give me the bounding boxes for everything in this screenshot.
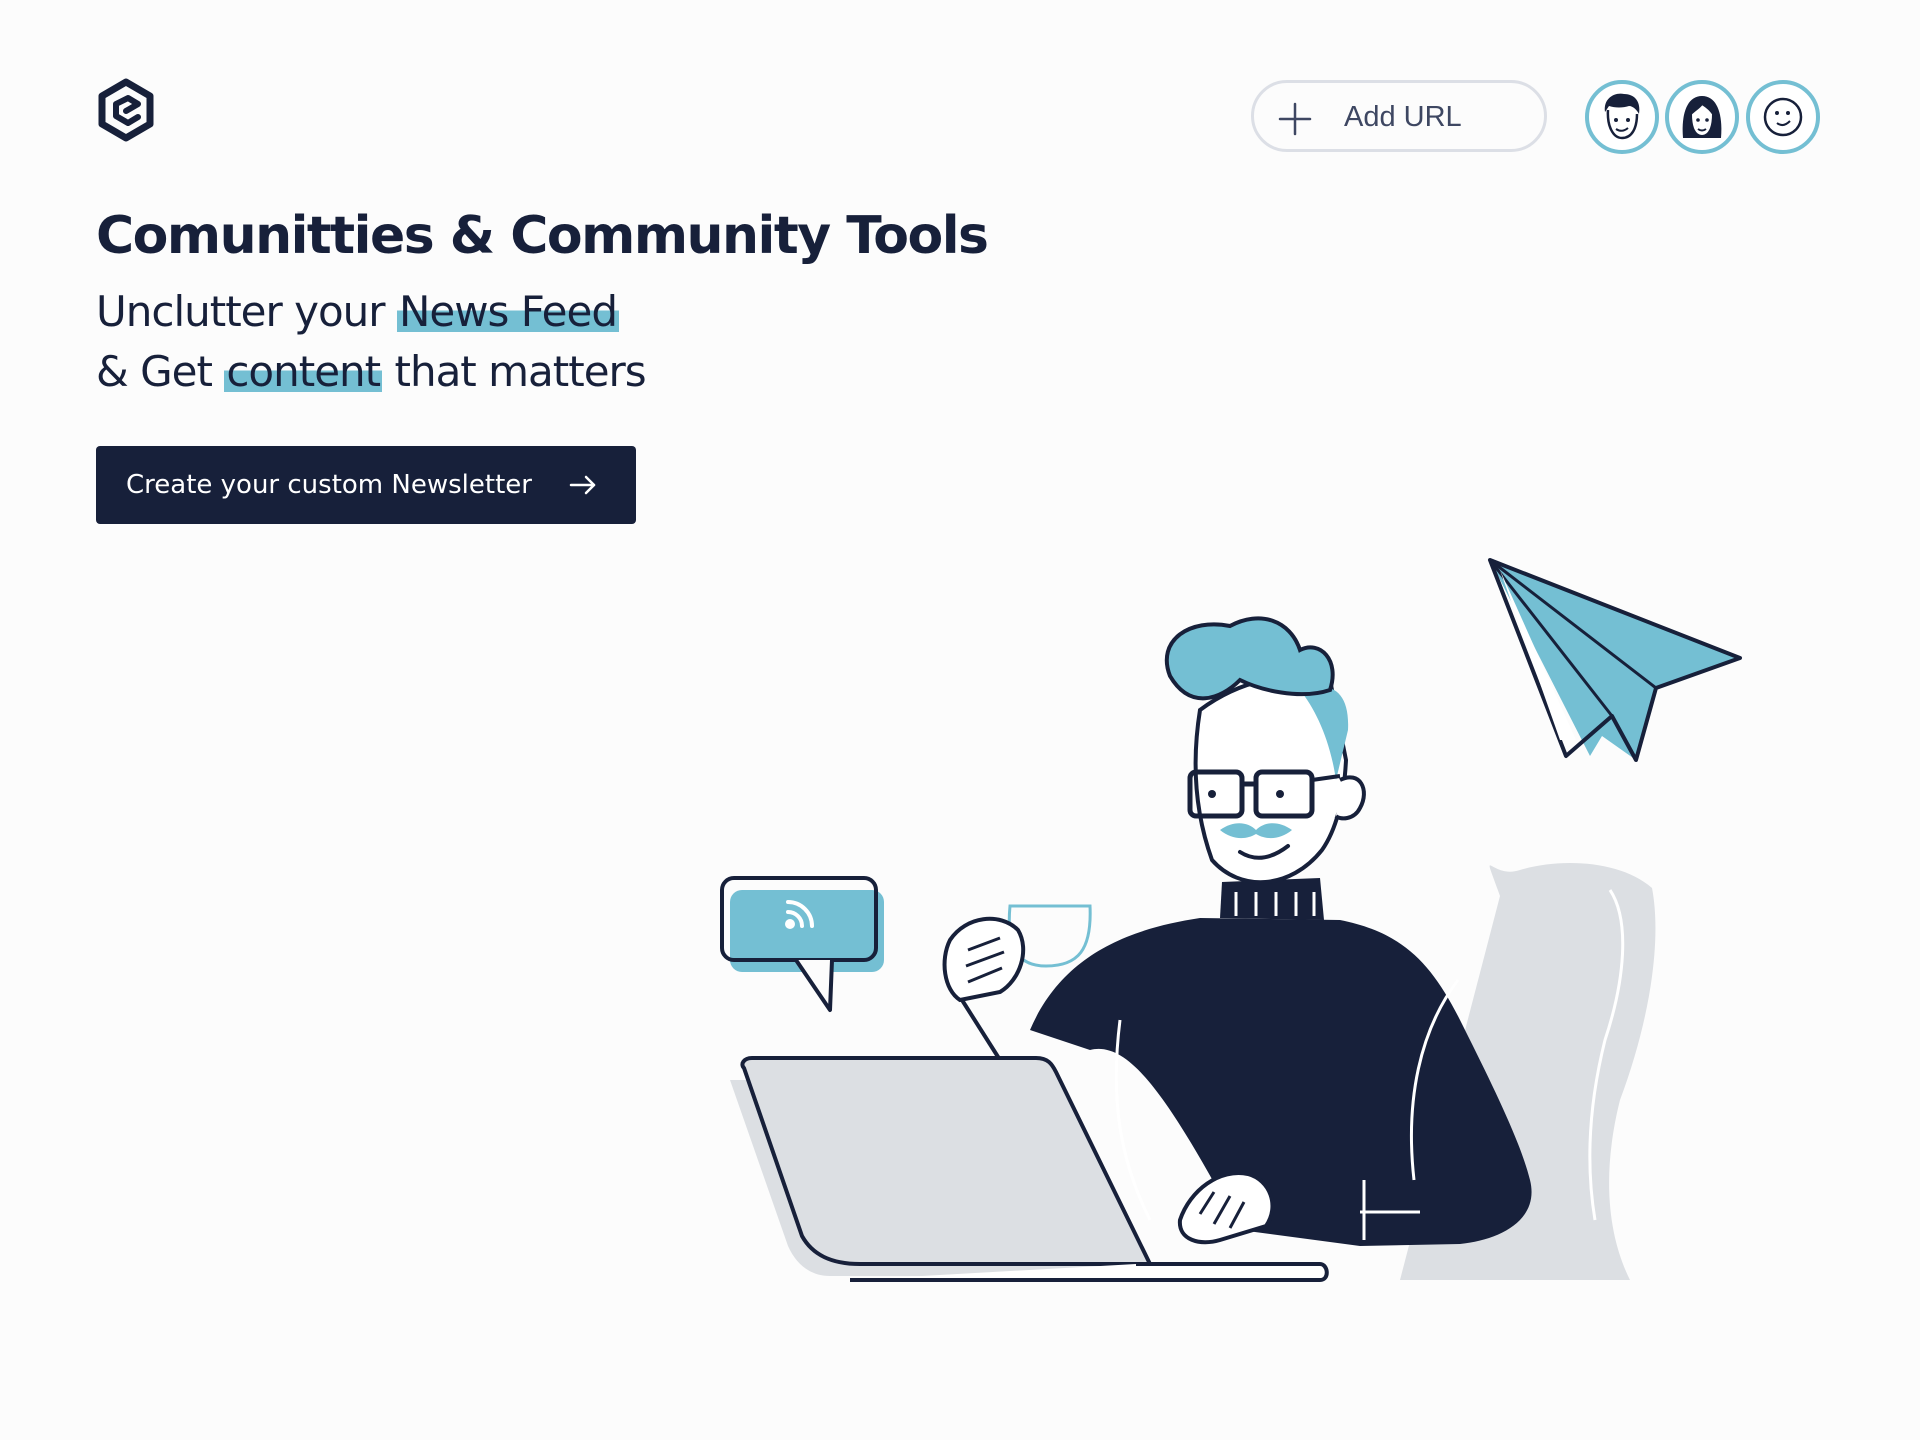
subtitle-text: & Get [96,347,225,396]
plus-icon [1278,102,1312,136]
man-face-icon [1604,93,1640,140]
create-newsletter-button[interactable]: Create your custom Newsletter [96,446,636,524]
man-at-laptop-illustration [720,558,1742,1282]
paper-plane-icon [1488,558,1742,762]
cta-label: Create your custom Newsletter [126,470,532,500]
rss-speech-bubble-icon [720,876,884,1012]
e-hexagon-logo-icon[interactable] [96,78,156,142]
man-head [1164,616,1366,885]
landing-page: Add URL Comunitties & Community Tools Un… [0,0,1920,1440]
avatar-woman[interactable] [1665,80,1739,154]
arrow-right-icon [569,475,596,495]
subtitle-text: Unclutter your [96,287,397,336]
smiley-face-icon [1763,97,1803,137]
hero-subtitle: Unclutter your News Feed & Get content t… [96,282,647,402]
subtitle-line-2: & Get content that matters [96,342,647,402]
woman-face-icon [1682,96,1722,138]
avatar-smile[interactable] [1746,80,1820,154]
highlight-content: content [224,347,383,396]
avatar-man[interactable] [1585,80,1659,154]
subtitle-line-1: Unclutter your News Feed [96,282,646,342]
subtitle-text: that matters [382,347,646,396]
add-url-label: Add URL [1344,101,1462,133]
page-title: Comunitties & Community Tools [96,206,989,266]
highlight-news-feed: News Feed [396,287,619,336]
add-url-button[interactable]: Add URL [1251,80,1547,152]
